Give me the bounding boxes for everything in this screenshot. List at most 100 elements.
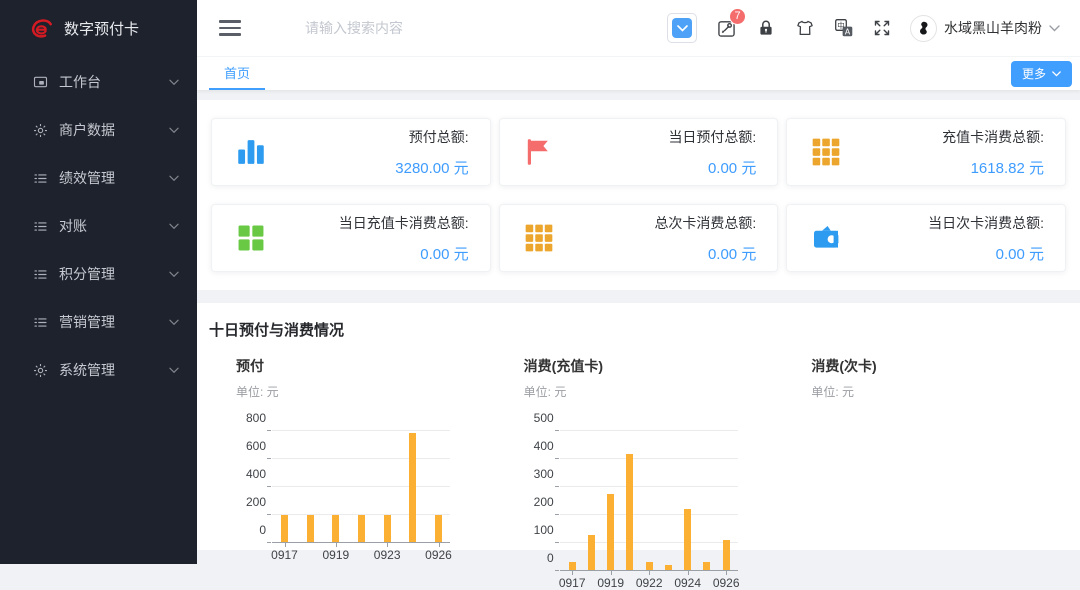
x-axis-label: 0926 [425,548,452,562]
sidebar-item-label: 绩效管理 [59,168,115,188]
y-axis-label: 600 [232,439,266,453]
grid-3x3-icon [521,220,557,256]
tshirt-icon[interactable] [795,18,815,38]
stat-label: 预付总额: [395,127,468,147]
chart-1: 消费(充值卡) 单位: 元 0100200300400500091709190922… [495,340,783,571]
sidebar-item-label: 对账 [59,216,87,236]
content: 预付总额: 3280.00 元 当日预付总额: 0.00 元 [197,91,1080,564]
y-axis-label: 0 [520,551,554,565]
chevron-down-icon [169,271,179,278]
topbar-actions: 7 中 A [667,13,1060,43]
chevron-down-icon [169,127,179,134]
y-axis-label: 800 [232,411,266,425]
x-axis-label: 0917 [559,576,586,590]
sidebar-item-3[interactable]: 对账 [0,202,197,250]
chart-2: 消费(次卡) 单位: 元 [782,340,1070,571]
app-title: 数字预付卡 [64,18,139,39]
bar [588,535,595,570]
bar [332,515,339,542]
y-axis-label: 400 [232,467,266,481]
bar [684,509,691,570]
stat-card-today-prepaid: 当日预付总额: 0.00 元 [499,118,779,186]
y-axis-label: 0 [232,523,266,537]
chevron-down-icon [1052,71,1061,77]
chart-subtitle: 单位: 元 [236,383,495,400]
stat-value: 0.00 元 [668,157,756,178]
bar [703,562,710,570]
bar [409,433,416,542]
stat-label: 当日充值卡消费总额: [339,213,469,233]
app-logo[interactable]: 数字预付卡 [0,0,197,56]
search-input[interactable] [303,19,567,37]
stat-card-times-card-consume-total: 总次卡消费总额: 0.00 元 [499,204,779,272]
bar [665,565,672,570]
notification-badge: 7 [729,8,746,25]
list-icon [33,170,49,186]
chevron-down-icon [169,319,179,326]
tab-home[interactable]: 首页 [209,57,265,90]
sidebar-item-4[interactable]: 积分管理 [0,250,197,298]
plot-area: 010020030040050009170919092209240926 [560,431,738,571]
bar [307,515,314,542]
bar-chart-icon [233,134,269,170]
list-icon [33,266,49,282]
sidebar-item-label: 营销管理 [59,312,115,332]
sidebar-nav: 工作台商户数据绩效管理对账积分管理营销管理系统管理 [0,56,197,394]
chart-0: 预付单位: 元02004006008000917091909230926 [207,340,495,571]
x-axis-label: 0917 [271,548,298,562]
stat-value: 0.00 元 [654,243,756,264]
gear-icon [33,362,49,378]
list-icon [33,314,49,330]
sidebar-item-label: 系统管理 [59,360,115,380]
topbar: 7 中 A [197,0,1080,56]
chevron-down-icon [169,367,179,374]
bar [281,515,288,542]
stat-card-today-times-card-consume: 当日次卡消费总额: 0.00 元 [786,204,1066,272]
chart-title: 消费(充值卡) [524,356,783,376]
flag-icon [521,134,557,170]
translate-icon[interactable]: 中 A [834,18,854,38]
sidebar-item-2[interactable]: 绩效管理 [0,154,197,202]
sidebar-item-label: 工作台 [59,72,101,92]
bar [607,494,614,570]
sidebar: 数字预付卡 工作台商户数据绩效管理对账积分管理营销管理系统管理 [0,0,197,564]
chart-subtitle: 单位: 元 [811,383,1070,400]
stat-label: 总次卡消费总额: [654,213,756,233]
bar [646,562,653,570]
work-order-icon[interactable]: 7 [716,18,737,39]
stat-card-recharge-consume-total: 充值卡消费总额: 1618.82 元 [786,118,1066,186]
sidebar-item-1[interactable]: 商户数据 [0,106,197,154]
theme-select-icon[interactable] [667,13,697,43]
bar [358,515,365,542]
monitor-icon [33,74,49,90]
sidebar-item-0[interactable]: 工作台 [0,58,197,106]
gear-icon [33,122,49,138]
chart-title: 消费(次卡) [811,356,1070,376]
sidebar-item-label: 商户数据 [59,120,115,140]
chart-subtitle: 单位: 元 [524,383,783,400]
lock-icon[interactable] [756,18,776,38]
bar [626,454,633,570]
stat-label: 当日预付总额: [668,127,756,147]
brand-swirl-icon [28,15,55,42]
svg-text:A: A [845,27,851,36]
x-axis-label: 0919 [597,576,624,590]
fullscreen-icon[interactable] [873,19,891,37]
more-button[interactable]: 更多 [1011,61,1072,87]
user-menu[interactable]: 水域黑山羊肉粉 [910,15,1060,42]
grid-2x2-icon [233,220,269,256]
charts-panel: 十日预付与消费情况 预付单位: 元02004006008000917091909… [197,303,1080,550]
bar [384,515,391,542]
hamburger-menu-icon[interactable] [219,16,241,40]
y-axis-label: 400 [520,439,554,453]
y-axis-label: 100 [520,523,554,537]
chart-title: 预付 [236,356,495,376]
stat-card-today-recharge-consume: 当日充值卡消费总额: 0.00 元 [211,204,491,272]
stat-label: 充值卡消费总额: [942,127,1044,147]
sidebar-item-5[interactable]: 营销管理 [0,298,197,346]
x-axis-label: 0924 [674,576,701,590]
bar [723,540,730,570]
y-axis-label: 300 [520,467,554,481]
sidebar-item-6[interactable]: 系统管理 [0,346,197,394]
chevron-down-icon [1049,25,1060,32]
